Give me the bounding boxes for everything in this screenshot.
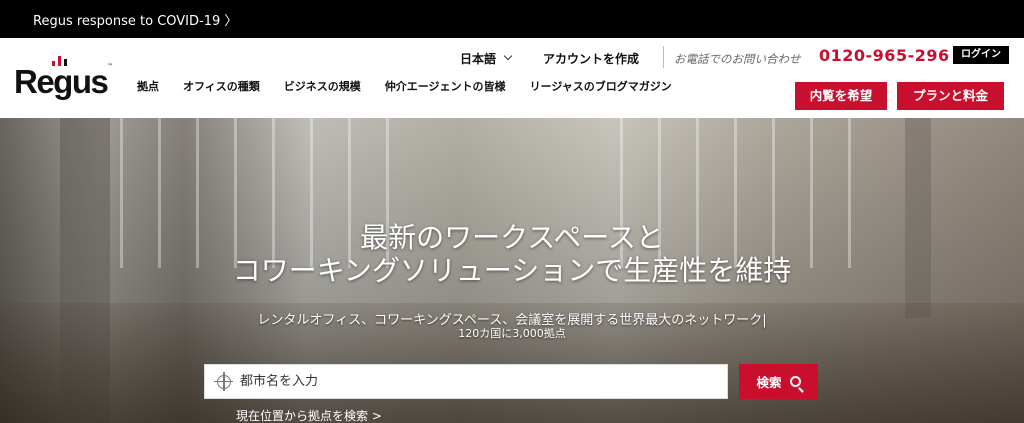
nav-item-agents[interactable]: 仲介エージェントの皆様 bbox=[385, 78, 506, 94]
locate-target-icon bbox=[214, 371, 233, 391]
search-icon bbox=[789, 376, 801, 387]
divider bbox=[663, 46, 664, 68]
phone-label: お電話でのお問い合わせ bbox=[674, 54, 801, 66]
location-search-box bbox=[204, 364, 728, 399]
plans-pricing-button[interactable]: プランと料金 bbox=[897, 82, 1004, 110]
nav-item-locations[interactable]: 拠点 bbox=[137, 78, 159, 94]
hero-section: 最新のワークスペースと コワーキングソリューションで生産性を維持 レンタルオフィ… bbox=[0, 118, 1024, 423]
nav-item-blog[interactable]: リージャスのブログマガジン bbox=[530, 78, 672, 94]
login-button[interactable]: ログイン bbox=[953, 46, 1009, 64]
language-label: 日本語 bbox=[460, 51, 497, 66]
book-visit-button[interactable]: 内覧を希望 bbox=[795, 82, 887, 110]
search-near-me-link[interactable]: 現在位置から拠点を検索 > bbox=[236, 407, 382, 423]
utility-bar: 日本語 アカウントを作成 お電話でのお問い合わせ 0120-965-296 ログ… bbox=[460, 46, 1009, 68]
main-nav: 拠点 オフィスの種類 ビジネスの規模 仲介エージェントの皆様 リージャスのブログ… bbox=[137, 78, 696, 94]
chevron-down-icon bbox=[503, 51, 513, 61]
logo-wordmark: Regus bbox=[14, 63, 109, 100]
logo-trademark: ™ bbox=[107, 63, 113, 70]
phone-number[interactable]: 0120-965-296 bbox=[819, 46, 950, 65]
announcement-bar: Regus response to COVID-19 〉 bbox=[0, 0, 1024, 38]
hero-subtitle-line2: 120カ国に3,000拠点 bbox=[458, 327, 566, 340]
search-button[interactable]: 検索 bbox=[739, 364, 818, 399]
nav-item-office-types[interactable]: オフィスの種類 bbox=[183, 78, 260, 94]
hero-title-line1: 最新のワークスペースと bbox=[360, 221, 664, 254]
covid-response-link[interactable]: Regus response to COVID-19 〉 bbox=[33, 10, 237, 29]
create-account-link[interactable]: アカウントを作成 bbox=[543, 50, 639, 67]
search-button-label: 検索 bbox=[756, 375, 782, 390]
nav-item-business-size[interactable]: ビジネスの規模 bbox=[284, 78, 361, 94]
regus-logo[interactable]: Regus ™ bbox=[14, 44, 114, 104]
site-header: Regus ™ 日本語 アカウントを作成 お電話でのお問い合わせ 0120-96… bbox=[0, 38, 1024, 118]
hero-title-line2: コワーキングソリューションで生産性を維持 bbox=[232, 254, 792, 287]
background-pillar bbox=[905, 118, 931, 318]
language-selector[interactable]: 日本語 bbox=[460, 50, 513, 67]
city-search-input[interactable] bbox=[240, 374, 720, 389]
